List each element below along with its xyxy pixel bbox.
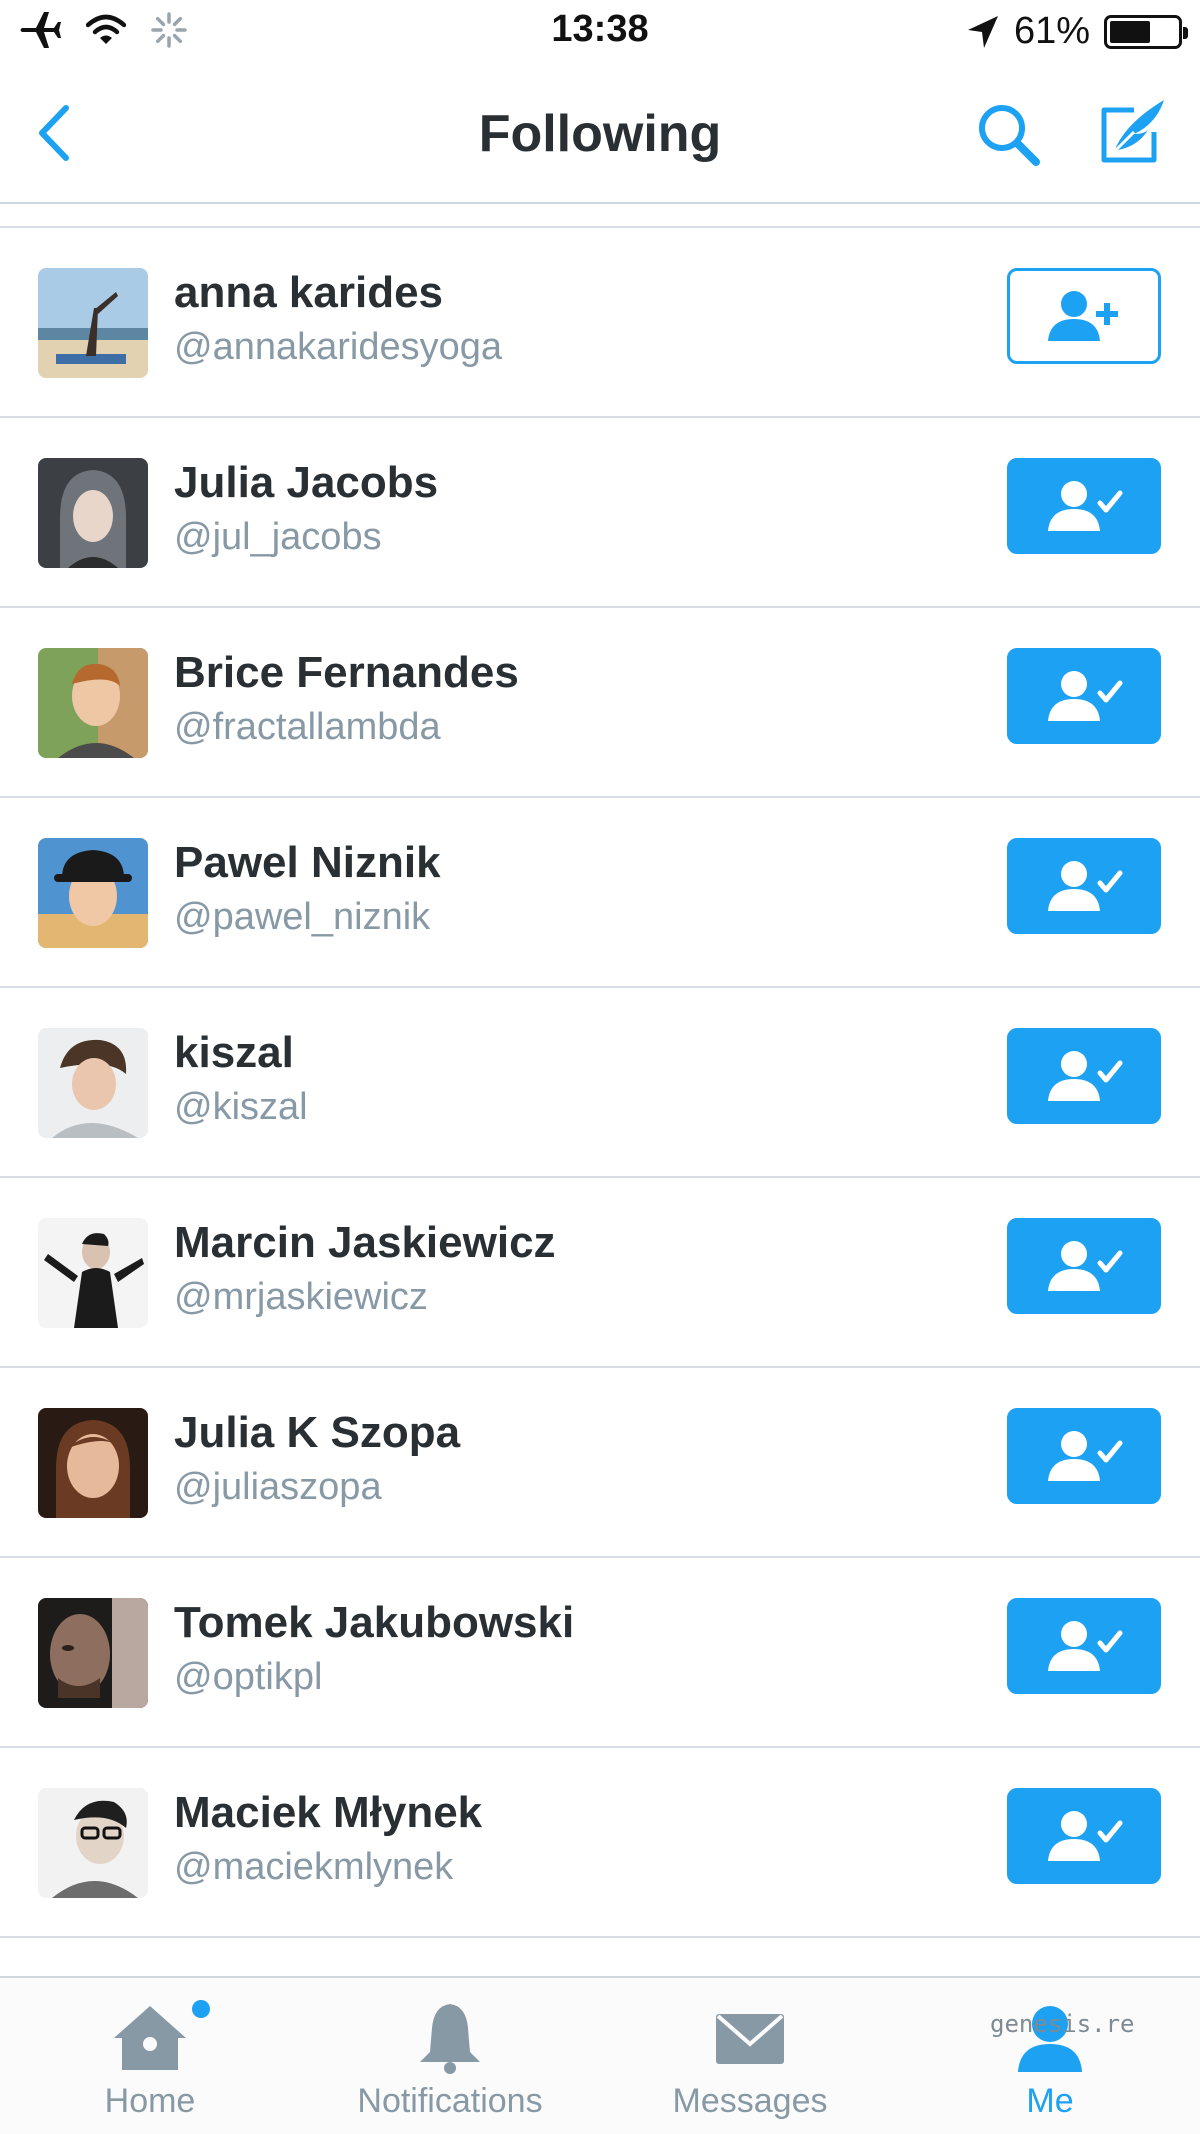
avatar[interactable] (38, 1598, 148, 1708)
user-handle: @annakaridesyoga (174, 326, 503, 368)
status-bar: 13:38 61% (0, 0, 1200, 64)
battery-level (1110, 20, 1150, 43)
tab-me[interactable]: Me (900, 1978, 1200, 2134)
following-button[interactable] (1007, 1788, 1161, 1884)
following-person-check-icon (1048, 1431, 1123, 1481)
following-button[interactable] (1007, 1598, 1161, 1694)
tab-bar: Home Notifications Messages Me (0, 1976, 1200, 2134)
compose-icon[interactable] (1094, 94, 1170, 170)
list-item[interactable]: Pawel Niznik @pawel_niznik (0, 798, 1200, 988)
follow-person-plus-icon (1048, 291, 1118, 341)
tab-label: Messages (672, 2082, 828, 2120)
user-handle: @pawel_niznik (174, 896, 431, 938)
user-name[interactable]: Pawel Niznik (174, 838, 441, 888)
battery-icon (1104, 14, 1188, 49)
avatar[interactable] (38, 1218, 148, 1328)
avatar[interactable] (38, 648, 148, 758)
user-handle: @maciekmlynek (174, 1846, 454, 1888)
user-name[interactable]: Marcin Jaskiewicz (174, 1218, 556, 1268)
home-badge-dot (192, 2000, 210, 2018)
following-person-check-icon (1048, 671, 1123, 721)
tab-label: Me (1026, 2082, 1074, 2120)
user-name[interactable]: anna karides (174, 268, 443, 318)
tab-label: Notifications (357, 2082, 543, 2120)
user-handle: @juliaszopa (174, 1466, 382, 1508)
user-handle: @jul_jacobs (174, 516, 382, 558)
avatar[interactable] (38, 838, 148, 948)
battery-nub (1183, 26, 1188, 39)
list-item[interactable]: Julia Jacobs @jul_jacobs (0, 418, 1200, 608)
user-handle: @mrjaskiewicz (174, 1276, 428, 1318)
following-person-check-icon (1048, 481, 1123, 531)
navigation-bar: Following (0, 64, 1200, 204)
screen: 13:38 61% Following anna karides @annaka… (0, 0, 1200, 2134)
battery-percent: 61% (1013, 10, 1090, 52)
following-list: anna karides @annakaridesyoga Julia Jaco… (0, 228, 1200, 1938)
list-item[interactable]: Brice Fernandes @fractallambda (0, 608, 1200, 798)
user-name[interactable]: Brice Fernandes (174, 648, 519, 698)
list-item[interactable]: kiszal @kiszal (0, 988, 1200, 1178)
envelope-icon (716, 2014, 784, 2064)
user-name[interactable]: kiszal (174, 1028, 294, 1078)
following-person-check-icon (1048, 1811, 1123, 1861)
following-button[interactable] (1007, 1218, 1161, 1314)
list-item[interactable]: Tomek Jakubowski @optikpl (0, 1558, 1200, 1748)
user-name[interactable]: Julia Jacobs (174, 458, 438, 508)
following-button[interactable] (1007, 648, 1161, 744)
following-button[interactable] (1007, 458, 1161, 554)
status-right: 61% (966, 10, 1188, 53)
following-button[interactable] (1007, 1408, 1161, 1504)
tab-messages[interactable]: Messages (600, 1978, 900, 2134)
tab-label: Home (104, 2082, 196, 2120)
following-button[interactable] (1007, 1028, 1161, 1124)
avatar[interactable] (38, 1028, 148, 1138)
following-person-check-icon (1048, 1621, 1123, 1671)
user-name[interactable]: Maciek Młynek (174, 1788, 482, 1838)
home-icon (114, 2006, 186, 2070)
search-icon[interactable] (972, 98, 1046, 172)
location-arrow-icon (967, 15, 998, 48)
following-button[interactable] (1007, 838, 1161, 934)
user-handle: @kiszal (174, 1086, 308, 1128)
avatar[interactable] (38, 268, 148, 378)
following-person-check-icon (1048, 861, 1123, 911)
list-item[interactable]: Marcin Jaskiewicz @mrjaskiewicz (0, 1178, 1200, 1368)
avatar[interactable] (38, 1408, 148, 1518)
user-handle: @fractallambda (174, 706, 441, 748)
follow-button[interactable] (1007, 268, 1161, 364)
list-item[interactable]: Maciek Młynek @maciekmlynek (0, 1748, 1200, 1938)
user-name[interactable]: Julia K Szopa (174, 1408, 460, 1458)
tab-home[interactable]: Home (0, 1978, 300, 2134)
watermark: genesis.re (990, 2010, 1135, 2038)
avatar[interactable] (38, 1788, 148, 1898)
list-item[interactable]: Julia K Szopa @juliaszopa (0, 1368, 1200, 1558)
following-person-check-icon (1048, 1241, 1123, 1291)
tab-notifications[interactable]: Notifications (300, 1978, 600, 2134)
user-handle: @optikpl (174, 1656, 323, 1698)
list-item[interactable]: anna karides @annakaridesyoga (0, 228, 1200, 418)
following-person-check-icon (1048, 1051, 1123, 1101)
user-name[interactable]: Tomek Jakubowski (174, 1598, 574, 1648)
avatar[interactable] (38, 458, 148, 568)
bell-icon (420, 2004, 480, 2074)
